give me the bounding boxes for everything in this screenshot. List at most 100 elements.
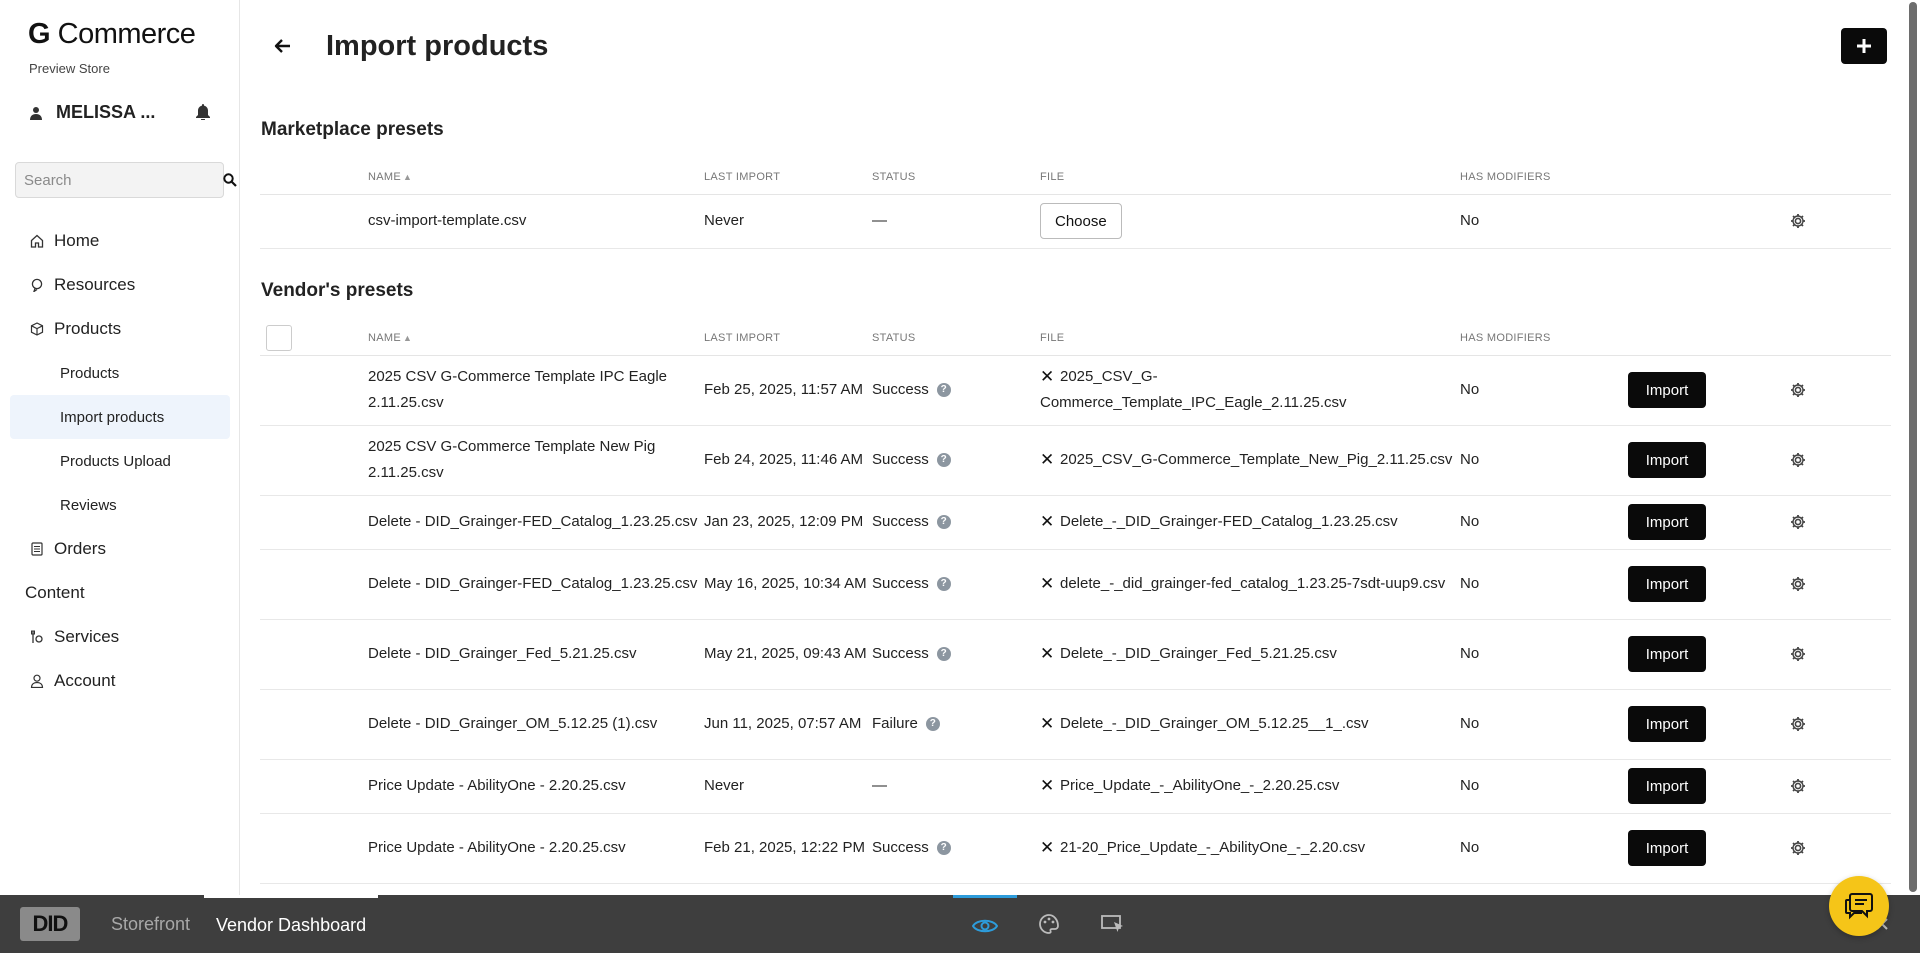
sidebar-subitem-products[interactable]: Products: [0, 351, 240, 395]
orders-icon: [30, 542, 46, 556]
col-header-name[interactable]: NAME ▲: [368, 321, 704, 356]
gear-icon[interactable]: [1790, 646, 1806, 662]
col-header-has-modifiers: HAS MODIFIERS: [1460, 160, 1628, 195]
import-button[interactable]: Import: [1628, 768, 1706, 804]
sidebar-item-orders[interactable]: Orders: [0, 527, 240, 571]
row-select-cell: [260, 194, 368, 249]
remove-file-icon[interactable]: ✕: [1040, 509, 1060, 535]
import-button[interactable]: Import: [1628, 830, 1706, 866]
row-settings-cell: [1790, 355, 1891, 426]
brand-prefix: G: [28, 18, 51, 50]
remove-file-icon[interactable]: ✕: [1040, 571, 1060, 597]
choose-file-button[interactable]: Choose: [1040, 203, 1122, 239]
gear-icon[interactable]: [1790, 382, 1806, 398]
select-element-icon[interactable]: [1081, 895, 1145, 953]
user-menu[interactable]: MELISSA ...: [30, 102, 210, 123]
help-icon[interactable]: ?: [925, 717, 940, 732]
row-import-cell: Import: [1628, 883, 1790, 895]
search-input[interactable]: [16, 171, 223, 189]
gear-icon[interactable]: [1790, 452, 1806, 468]
did-logo[interactable]: DID: [20, 907, 80, 941]
help-icon[interactable]: ?: [936, 383, 951, 398]
row-import-cell: Import: [1628, 759, 1790, 814]
remove-file-icon[interactable]: ✕: [1040, 447, 1060, 473]
sidebar-subitem-products-upload[interactable]: Products Upload: [0, 439, 240, 483]
main-content: Import products Marketplace presets NAME…: [241, 0, 1906, 895]
row-file: ✕ Delete_-_DID_Grainger-FED_Catalog_1.23.…: [1040, 495, 1460, 550]
row-file: Choose: [1040, 194, 1460, 249]
sidebar-item-products[interactable]: Products: [0, 307, 240, 351]
add-preset-button[interactable]: [1841, 28, 1887, 64]
col-header-import: [1628, 321, 1790, 356]
status-text: Success: [872, 381, 929, 398]
status-text: Success: [872, 645, 929, 662]
back-arrow-icon[interactable]: [273, 36, 293, 56]
sidebar: G Commerce Preview Store MELISSA ... Sea…: [0, 0, 240, 895]
file-name: 2025_CSV_G-Commerce_Template_New_Pig_2.1…: [1060, 451, 1453, 469]
row-has-modifiers: No: [1460, 425, 1628, 496]
row-name: 2025 CSV G-Commerce Template IPC Eagle 2…: [368, 355, 704, 426]
search-icon[interactable]: [223, 173, 237, 187]
row-settings-cell: [1790, 619, 1891, 690]
lightbulb-icon: [30, 278, 46, 292]
plus-icon: [1857, 39, 1871, 53]
remove-file-icon[interactable]: ✕: [1040, 773, 1060, 799]
help-icon[interactable]: ?: [936, 841, 951, 856]
sidebar-subitem-reviews[interactable]: Reviews: [0, 483, 240, 527]
remove-file-icon[interactable]: ✕: [1040, 835, 1060, 861]
row-status: Success?: [872, 813, 1040, 884]
gear-icon[interactable]: [1790, 213, 1806, 229]
sidebar-item-account[interactable]: Account: [0, 659, 240, 703]
help-icon[interactable]: ?: [936, 647, 951, 662]
box-icon: [30, 322, 46, 336]
vendor-presets-table: NAME ▲ LAST IMPORT STATUS FILE HAS MODIFI…: [260, 321, 1891, 895]
sidebar-item-label: Reviews: [60, 496, 117, 514]
help-icon[interactable]: ?: [936, 453, 951, 468]
import-button[interactable]: Import: [1628, 372, 1706, 408]
row-import-cell: Import: [1628, 619, 1790, 690]
chat-button[interactable]: [1829, 876, 1889, 936]
import-button[interactable]: Import: [1628, 636, 1706, 672]
gear-icon[interactable]: [1790, 778, 1806, 794]
table-row: Ready - DID_AbilityOne Catalog_8.15.csvA…: [260, 883, 1891, 895]
gear-icon[interactable]: [1790, 840, 1806, 856]
store-name: Preview Store: [29, 61, 110, 76]
col-header-name[interactable]: NAME ▲: [368, 160, 704, 195]
bell-icon[interactable]: [196, 104, 210, 125]
table-row: csv-import-template.csv Never — Choose N…: [260, 194, 1891, 249]
row-name: Price Update - AbilityOne - 2.20.25.csv: [368, 813, 704, 884]
sidebar-item-services[interactable]: Services: [0, 615, 240, 659]
status-text: Failure: [872, 715, 918, 732]
sidebar-subitem-import-products[interactable]: Import products: [10, 395, 230, 439]
brand-name: Commerce: [57, 18, 196, 50]
gear-icon[interactable]: [1790, 716, 1806, 732]
preview-eye-icon[interactable]: [953, 895, 1017, 953]
gear-icon[interactable]: [1790, 514, 1806, 530]
brand-logo[interactable]: G Commerce: [28, 18, 196, 51]
tab-vendor-dashboard[interactable]: Vendor Dashboard: [204, 895, 379, 953]
sidebar-item-content[interactable]: Content: [0, 571, 240, 615]
remove-file-icon[interactable]: ✕: [1040, 364, 1060, 390]
scrollbar[interactable]: [1906, 0, 1920, 895]
import-button[interactable]: Import: [1628, 566, 1706, 602]
import-button[interactable]: Import: [1628, 706, 1706, 742]
import-button[interactable]: Import: [1628, 442, 1706, 478]
select-all-checkbox[interactable]: [266, 324, 292, 351]
help-icon[interactable]: ?: [936, 515, 951, 530]
tab-storefront[interactable]: Storefront: [111, 895, 190, 953]
help-icon[interactable]: ?: [936, 577, 951, 592]
table-header-row: NAME ▲ LAST IMPORT STATUS FILE HAS MODIFI…: [260, 321, 1891, 356]
sidebar-item-label: Import products: [60, 408, 165, 426]
row-name: Price Update - AbilityOne - 2.20.25.csv: [368, 759, 704, 814]
sidebar-item-home[interactable]: Home: [0, 219, 240, 263]
sidebar-item-resources[interactable]: Resources: [0, 263, 240, 307]
row-status: Success?: [872, 549, 1040, 620]
remove-file-icon[interactable]: ✕: [1040, 711, 1060, 737]
remove-file-icon[interactable]: ✕: [1040, 641, 1060, 667]
theme-palette-icon[interactable]: [1017, 895, 1081, 953]
col-header-file: FILE: [1040, 321, 1460, 356]
import-button[interactable]: Import: [1628, 504, 1706, 540]
gear-icon[interactable]: [1790, 576, 1806, 592]
scrollbar-thumb[interactable]: [1909, 2, 1917, 892]
row-name: Delete - DID_Grainger-FED_Catalog_1.23.2…: [368, 549, 704, 620]
